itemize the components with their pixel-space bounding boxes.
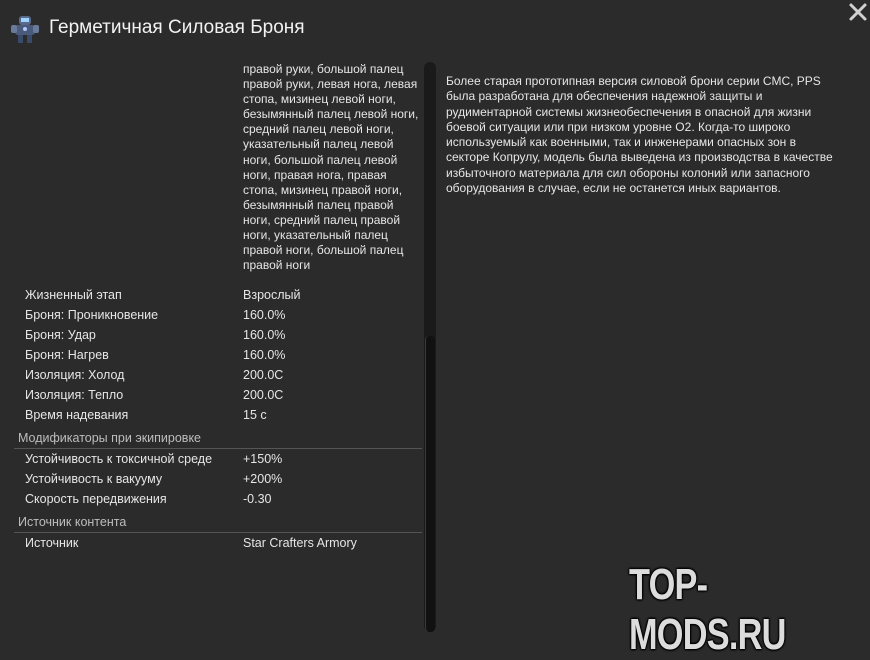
stat-label: Броня: Проникновение [25,308,159,322]
stat-value: +200% [243,472,283,486]
stat-value: Star Crafters Armory [243,536,357,550]
stat-value: 200.0C [243,388,284,402]
stat-label: Броня: Нагрев [25,348,109,362]
stats-panel[interactable]: правой руки, большой палец правой руки, … [14,60,422,632]
stat-row[interactable]: Время надевания 15 с [14,405,422,425]
power-armor-icon [11,16,39,43]
stat-label: Броня: Удар [25,328,96,342]
stat-label: Изоляция: Холод [25,368,125,382]
stat-value: 160.0% [243,348,286,362]
stat-label: Время надевания [25,408,129,422]
stat-label: Скорость передвижения [25,492,167,506]
stat-row[interactable]: Броня: Нагрев 160.0% [14,345,422,365]
stat-value: +150% [243,452,283,466]
stat-label: Изоляция: Тепло [25,388,124,402]
close-icon[interactable] [846,2,870,24]
stat-value: 200.0C [243,368,284,382]
section-title: Модификаторы при экипировке [18,431,202,445]
body-parts-covered-value: правой руки, большой палец правой руки, … [243,62,419,273]
window-title: Герметичная Силовая Броня [49,17,305,38]
watermark: TOP-MODS.RU [629,560,786,659]
stat-value: 160.0% [243,328,286,342]
item-description: Более старая прототипная версия силовой … [446,74,833,196]
stat-row[interactable]: Броня: Проникновение 160.0% [14,305,422,325]
content-source-header: Источник контента [14,512,422,533]
stat-label: Устойчивость к токсичной среде [25,452,213,466]
stat-row[interactable]: Броня: Удар 160.0% [14,325,422,345]
stat-row[interactable]: Устойчивость к токсичной среде +150% [14,449,422,469]
stat-value: 160.0% [243,308,286,322]
stat-row[interactable]: Жизненный этап Взрослый [14,285,422,305]
stat-row[interactable]: Источник Star Crafters Armory [14,533,422,553]
stat-row[interactable]: Изоляция: Холод 200.0C [14,365,422,385]
stat-value: 15 с [243,408,267,422]
stat-label: Жизненный этап [25,288,122,302]
scrollbar-thumb[interactable] [425,336,435,632]
stat-label: Источник [25,536,79,550]
section-title: Источник контента [18,515,127,529]
stat-value: Взрослый [243,288,301,302]
stat-value: -0.30 [243,492,272,506]
stat-row[interactable]: Устойчивость к вакууму +200% [14,469,422,489]
equip-modifiers-header: Модификаторы при экипировке [14,428,422,449]
stat-row[interactable]: Изоляция: Тепло 200.0C [14,385,422,405]
stat-label: Устойчивость к вакууму [25,472,163,486]
window-header: Герметичная Силовая Броня [0,0,870,58]
stat-row[interactable]: Скорость передвижения -0.30 [14,489,422,509]
